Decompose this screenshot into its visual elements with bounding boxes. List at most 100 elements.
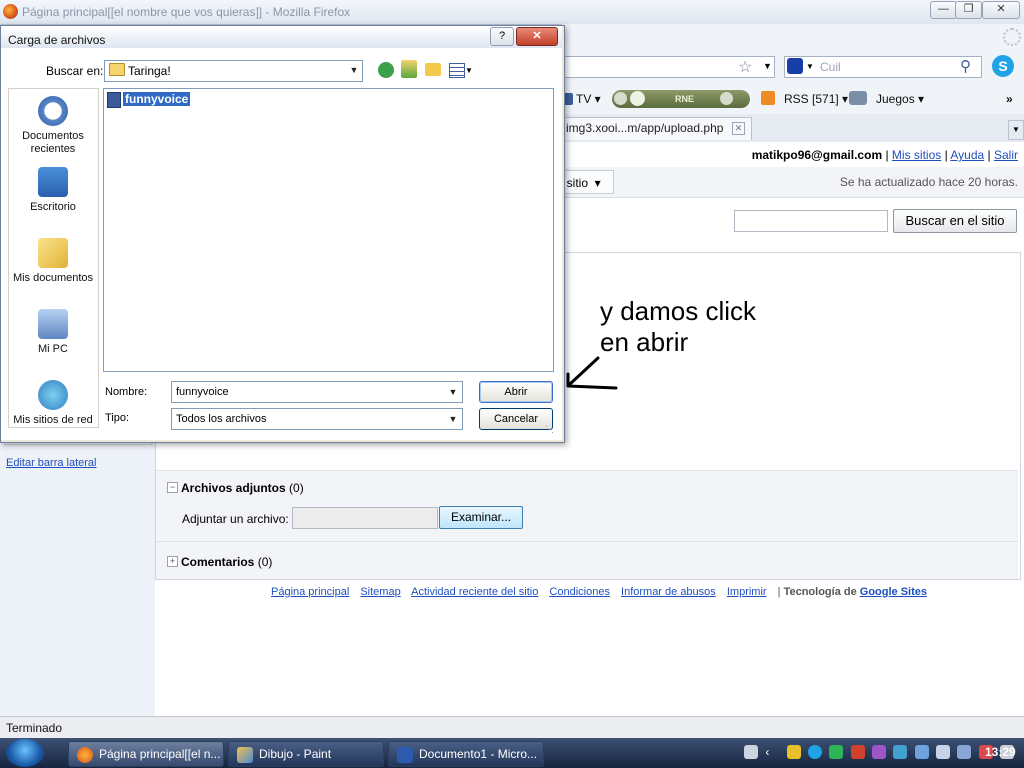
volume-icon[interactable] [720,92,733,105]
firefox-icon [3,4,18,19]
back-icon[interactable] [378,62,394,78]
attachments-divider [156,541,1018,542]
search-icon[interactable]: ⚲ [960,57,971,75]
site-search-button[interactable]: Buscar en el sitio [893,209,1017,233]
footer-links: Página principal Sitemap Actividad recie… [271,586,935,598]
skype-icon[interactable]: S [992,55,1014,77]
status-bar [0,716,1024,739]
edit-sidebar-link[interactable]: Editar barra lateral [6,457,97,469]
bookmark-rss[interactable]: RSS [571] ▾ [784,92,848,106]
desktop-icon [38,167,68,197]
security-icon[interactable] [786,744,801,759]
google-sites-link[interactable]: Google Sites [860,586,927,598]
url-dropdown-icon[interactable]: ▼ [763,61,772,71]
place-my-computer[interactable]: Mi PC [8,309,98,356]
recent-documents-icon [38,96,68,126]
footer-sitemap-link[interactable]: Sitemap [360,586,400,598]
file-item-name: funnyvoice [123,92,191,107]
tab-list-icon[interactable]: ▼ [1008,120,1024,140]
folder-icon [109,63,125,76]
file-name-value: funnyvoice [176,386,229,398]
taskbar-item-firefox[interactable]: Página principal[[el n... [68,741,224,767]
tray-expand-icon[interactable]: ‹ [765,745,779,759]
app-tray-icon[interactable] [893,744,908,759]
close-dialog-button[interactable]: ✕ [516,27,558,46]
file-type-value: Todos los archivos [176,413,267,425]
bookmarks-overflow[interactable]: » [1006,92,1013,106]
network-places-icon [38,380,68,410]
status-text: Terminado [6,721,63,735]
signout-link[interactable]: Salir [994,148,1018,162]
keyboard-icon[interactable] [744,744,758,759]
help-button[interactable]: ? [490,27,514,46]
sync-icon[interactable] [829,744,844,759]
annotation-text: y damos click en abrir [600,296,756,358]
file-name-dropdown-icon[interactable]: ▼ [446,387,460,397]
bookmark-games[interactable]: Juegos ▾ [876,92,924,106]
comments-expand-icon[interactable]: + [167,556,178,567]
resize-grip-icon[interactable]: ⋱ [545,424,554,435]
browse-button[interactable]: Examinar... [439,506,523,529]
view-menu-icon[interactable] [449,63,465,78]
dialog-title: Carga de archivos [8,33,106,47]
view-menu-dropdown-icon[interactable]: ▼ [465,66,473,75]
bookmark-star-icon[interactable]: ☆ [738,57,752,77]
place-network[interactable]: Mis sitios de red [8,380,98,427]
my-computer-icon [38,309,68,339]
taskbar-item-word[interactable]: Documento1 - Micro... [388,741,544,767]
media-icon[interactable] [872,744,887,759]
place-my-documents[interactable]: Mis documentos [8,238,98,285]
footer-print-link[interactable]: Imprimir [727,586,767,598]
skype-tray-icon[interactable] [808,744,823,759]
close-window-button[interactable]: ✕ [982,1,1020,19]
search-engine-icon[interactable] [787,58,803,74]
help-link[interactable]: Ayuda [950,148,984,162]
menu-bar [562,24,1024,51]
file-item[interactable]: funnyvoice [107,92,191,108]
volume-tray-icon[interactable] [936,744,951,759]
place-desktop[interactable]: Escritorio [8,167,98,214]
file-type-dropdown-icon[interactable]: ▼ [446,414,460,424]
user-links: matikpo96@gmail.com | Mis sitios | Ayuda… [751,148,1018,162]
minimize-button[interactable]: — [930,1,957,19]
open-button[interactable]: Abrir [479,381,553,403]
footer-tech: | Tecnología de Google Sites [777,586,928,598]
play-icon[interactable] [630,91,645,106]
restore-button[interactable]: ❐ [955,1,982,19]
search-engine-dropdown-icon[interactable]: ▼ [806,62,814,71]
footer-home-link[interactable]: Página principal [271,586,349,598]
attach-label: Adjuntar un archivo: [182,512,289,526]
new-folder-icon[interactable] [425,63,441,76]
start-button[interactable] [6,739,44,767]
network-icon[interactable] [914,744,929,759]
footer-abuse-link[interactable]: Informar de abusos [621,586,716,598]
footer-activity-link[interactable]: Actividad reciente del sitio [411,586,538,598]
attachments-collapse-icon[interactable]: − [167,482,178,493]
bookmark-tv[interactable]: TV ▾ [576,92,601,106]
taskbar-item-paint[interactable]: Dibujo - Paint [228,741,384,767]
footer-terms-link[interactable]: Condiciones [549,586,610,598]
look-in-dropdown-arrow-icon[interactable]: ▼ [347,65,361,75]
tab-close-icon[interactable]: ✕ [732,122,745,135]
place-recent-documents[interactable]: Documentos recientes [8,96,98,156]
display-icon[interactable] [957,744,972,759]
cancel-button[interactable]: Cancelar [479,408,553,430]
radio-station-label: RNE [675,94,695,104]
file-name-label: Nombre: [105,386,148,398]
throbber-icon [1003,28,1021,46]
my-sites-link[interactable]: Mis sitios [892,148,941,162]
search-placeholder: Cuil [820,60,841,74]
paint-task-icon [237,746,253,763]
window-title: Página principal[[el nombre que vos quie… [22,5,351,19]
user-email: matikpo96@gmail.com [751,148,883,162]
attach-file-input[interactable] [292,507,438,529]
site-search-input[interactable] [734,210,888,232]
up-folder-icon[interactable] [401,60,417,78]
rss-icon [761,91,775,105]
system-tray: ‹ [744,744,1018,759]
antivirus-icon[interactable] [850,744,865,759]
firefox-task-icon [77,746,93,763]
file-list[interactable] [103,88,554,372]
look-in-value: Taringa! [128,64,171,78]
stop-icon[interactable] [614,92,627,105]
